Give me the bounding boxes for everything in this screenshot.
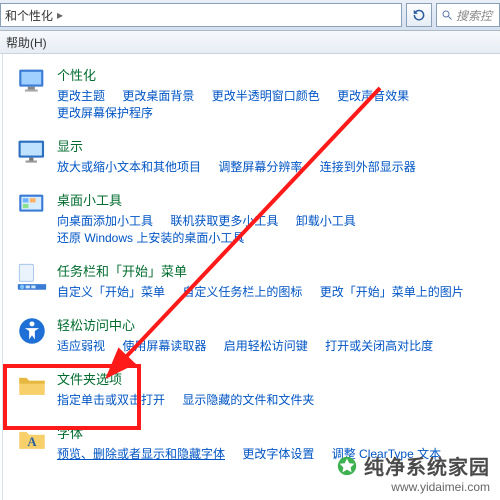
- link[interactable]: 放大或缩小文本和其他项目: [57, 158, 201, 175]
- link[interactable]: 打开或关闭高对比度: [325, 337, 433, 354]
- link[interactable]: 更改屏幕保护程序: [57, 104, 153, 121]
- breadcrumb-sep: ▸: [57, 8, 63, 22]
- breadcrumb-text: 和个性化: [5, 7, 53, 24]
- svg-text:A: A: [27, 435, 37, 449]
- link[interactable]: 更改半透明窗口颜色: [212, 87, 320, 104]
- category-personalization: 个性化 更改主题 更改桌面背景 更改半透明窗口颜色 更改声音效果 更改屏幕保护程…: [15, 64, 488, 121]
- link[interactable]: 使用屏幕读取器: [122, 337, 206, 354]
- link[interactable]: 调整 ClearType 文本: [332, 445, 441, 462]
- link[interactable]: 联机获取更多小工具: [170, 212, 278, 229]
- link[interactable]: 更改声音效果: [337, 87, 409, 104]
- refresh-icon: [412, 8, 426, 22]
- link[interactable]: 更改「开始」菜单上的图片: [320, 283, 464, 300]
- link[interactable]: 向桌面添加小工具: [57, 212, 153, 229]
- fonts-icon: A: [15, 422, 49, 456]
- link[interactable]: 还原 Windows 上安装的桌面小工具: [57, 229, 244, 246]
- category-folder: 文件夹选项 指定单击或双击打开 显示隐藏的文件和文件夹: [15, 368, 488, 408]
- folder-icon: [15, 368, 49, 402]
- category-ease: 轻松访问中心 适应弱视 使用屏幕读取器 启用轻松访问键 打开或关闭高对比度: [15, 314, 488, 354]
- refresh-button[interactable]: [406, 3, 432, 27]
- menu-bar: 帮助(H): [0, 31, 500, 54]
- category-taskbar: 任务栏和「开始」菜单 自定义「开始」菜单 自定义任务栏上的图标 更改「开始」菜单…: [15, 260, 488, 300]
- link[interactable]: 启用轻松访问键: [224, 337, 308, 354]
- search-input[interactable]: 搜索控: [436, 3, 500, 27]
- category-fonts: A 字体 预览、删除或者显示和隐藏字体 更改字体设置 调整 ClearType …: [15, 422, 488, 462]
- category-gadgets: 桌面小工具 向桌面添加小工具 联机获取更多小工具 卸载小工具 还原 Window…: [15, 189, 488, 246]
- link[interactable]: 预览、删除或者显示和隐藏字体: [57, 445, 225, 462]
- link[interactable]: 显示隐藏的文件和文件夹: [182, 391, 314, 408]
- category-title[interactable]: 桌面小工具: [57, 190, 488, 209]
- menu-help[interactable]: 帮助(H): [6, 34, 47, 51]
- link[interactable]: 更改桌面背景: [122, 87, 194, 104]
- display-icon: [15, 135, 49, 169]
- address-bar[interactable]: 和个性化 ▸: [0, 3, 402, 27]
- category-title[interactable]: 任务栏和「开始」菜单: [57, 261, 478, 280]
- ease-icon: [15, 314, 49, 348]
- category-title[interactable]: 字体: [57, 423, 455, 442]
- link[interactable]: 连接到外部显示器: [320, 158, 416, 175]
- link[interactable]: 适应弱视: [57, 337, 105, 354]
- link[interactable]: 更改字体设置: [242, 445, 314, 462]
- link[interactable]: 调整屏幕分辨率: [218, 158, 302, 175]
- taskbar-icon: [15, 260, 49, 294]
- gadgets-icon: [15, 189, 49, 223]
- link[interactable]: 自定义任务栏上的图标: [182, 283, 302, 300]
- content-area: 个性化 更改主题 更改桌面背景 更改半透明窗口颜色 更改声音效果 更改屏幕保护程…: [3, 54, 500, 500]
- link[interactable]: 自定义「开始」菜单: [57, 283, 165, 300]
- personalization-icon: [15, 64, 49, 98]
- link[interactable]: 更改主题: [57, 87, 105, 104]
- category-title[interactable]: 显示: [57, 136, 430, 155]
- link[interactable]: 指定单击或双击打开: [57, 391, 165, 408]
- link[interactable]: 卸载小工具: [296, 212, 356, 229]
- category-display: 显示 放大或缩小文本和其他项目 调整屏幕分辨率 连接到外部显示器: [15, 135, 488, 175]
- search-placeholder: 搜索控: [456, 7, 492, 24]
- category-title[interactable]: 文件夹选项: [57, 369, 328, 388]
- search-icon: [441, 9, 453, 21]
- category-title[interactable]: 个性化: [57, 65, 488, 84]
- category-title[interactable]: 轻松访问中心: [57, 315, 447, 334]
